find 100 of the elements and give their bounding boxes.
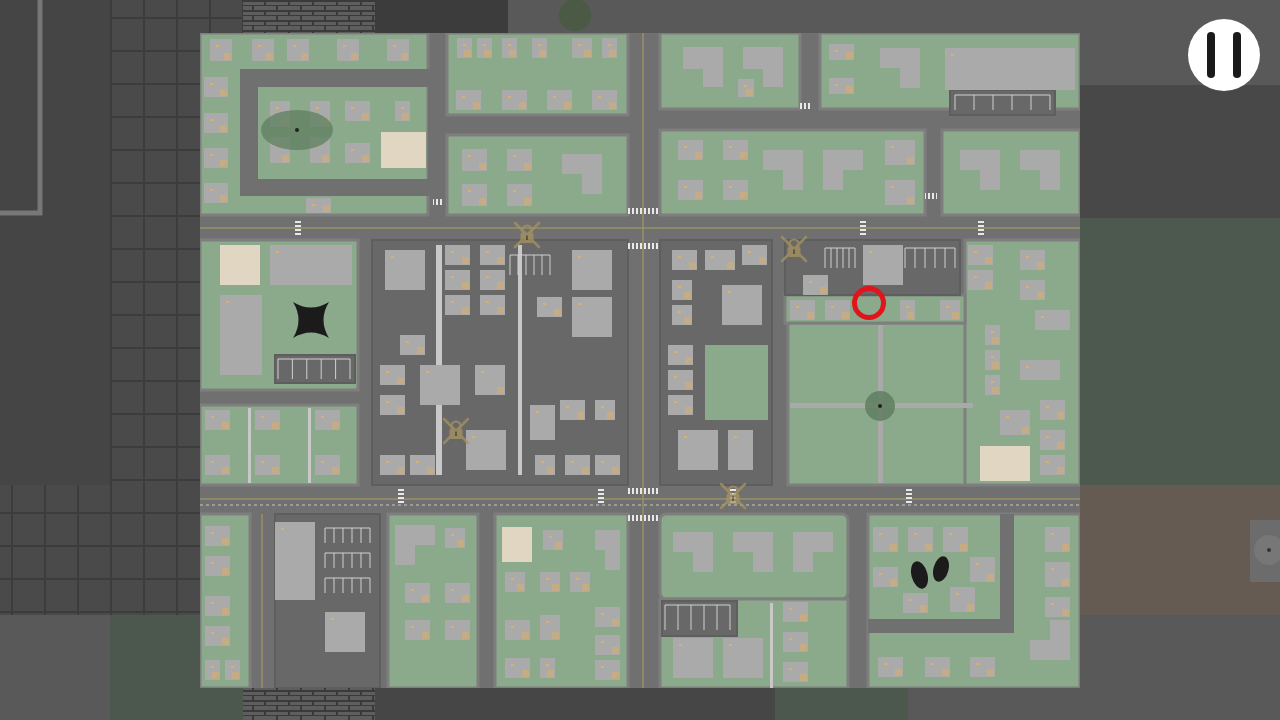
building — [505, 619, 530, 640]
building — [445, 269, 470, 290]
building — [507, 183, 532, 206]
building — [595, 454, 620, 475]
parking-markings — [324, 527, 371, 543]
crosswalk — [295, 220, 301, 236]
building — [1000, 409, 1030, 435]
crosswalk — [398, 487, 404, 503]
four-point-star-icon — [293, 301, 329, 338]
building — [940, 299, 960, 320]
crosswalk — [978, 220, 984, 236]
building — [673, 531, 713, 572]
building — [380, 454, 405, 475]
parking-markings — [324, 577, 371, 593]
building — [595, 634, 620, 655]
parking-markings — [324, 552, 371, 568]
crosswalk — [800, 102, 812, 109]
building — [668, 344, 693, 365]
building — [204, 182, 228, 203]
building — [742, 244, 767, 265]
building — [475, 364, 505, 395]
building — [405, 582, 430, 603]
building — [462, 183, 487, 206]
building — [204, 112, 228, 133]
building — [445, 527, 465, 548]
building — [535, 454, 555, 475]
building — [562, 153, 602, 194]
building — [315, 409, 340, 430]
building — [255, 409, 280, 430]
crosswalk — [628, 487, 658, 494]
crosswalk — [628, 242, 658, 249]
building — [420, 364, 460, 405]
building — [505, 657, 530, 678]
building — [885, 179, 915, 205]
building — [445, 582, 470, 603]
building — [204, 147, 228, 168]
building — [405, 619, 430, 640]
building — [1045, 561, 1070, 587]
building — [723, 637, 763, 678]
building — [565, 454, 590, 475]
building — [530, 404, 555, 440]
sand-lot — [220, 244, 260, 285]
padlock-drone-icon — [512, 219, 542, 250]
building — [205, 409, 230, 430]
building — [968, 269, 993, 290]
padlock-drone-icon — [779, 233, 809, 264]
building — [205, 555, 230, 576]
building — [823, 149, 863, 190]
building — [863, 244, 903, 285]
building — [395, 524, 435, 565]
building — [537, 296, 562, 317]
building — [705, 249, 735, 270]
building — [668, 394, 693, 415]
building — [505, 571, 525, 592]
building — [410, 454, 435, 475]
building — [387, 38, 409, 61]
building — [723, 139, 748, 160]
crosswalk — [628, 514, 658, 521]
pause-icon — [1207, 32, 1241, 78]
padlock-drone-icon — [441, 415, 471, 446]
building — [678, 429, 718, 470]
building — [880, 47, 920, 88]
crosswalk — [598, 487, 604, 503]
building — [873, 566, 898, 587]
building — [385, 249, 425, 290]
building — [722, 284, 762, 325]
building — [803, 274, 828, 295]
building — [595, 606, 620, 627]
plinth-drawing — [1250, 520, 1280, 582]
building — [595, 529, 620, 570]
building — [205, 625, 230, 646]
crosswalk — [628, 207, 658, 214]
building — [540, 614, 560, 640]
building — [480, 269, 505, 290]
building — [968, 244, 993, 265]
building — [683, 46, 723, 87]
building — [570, 571, 590, 592]
building — [345, 142, 370, 163]
building — [885, 139, 915, 165]
building — [547, 89, 572, 110]
building — [728, 429, 753, 470]
building — [445, 244, 470, 265]
crosswalk — [860, 220, 866, 236]
building — [1020, 249, 1045, 270]
building — [970, 556, 995, 582]
tree-canopy — [261, 109, 333, 150]
building — [337, 38, 359, 61]
building — [1040, 399, 1065, 420]
building — [1045, 596, 1070, 617]
building — [1035, 309, 1070, 330]
crosswalk — [906, 487, 912, 503]
building — [970, 656, 995, 677]
building — [252, 38, 274, 61]
parking-markings — [664, 604, 731, 630]
building — [480, 294, 505, 315]
building — [560, 399, 585, 420]
building — [1040, 454, 1065, 475]
building — [783, 661, 808, 682]
building — [950, 586, 975, 612]
building — [873, 526, 898, 552]
